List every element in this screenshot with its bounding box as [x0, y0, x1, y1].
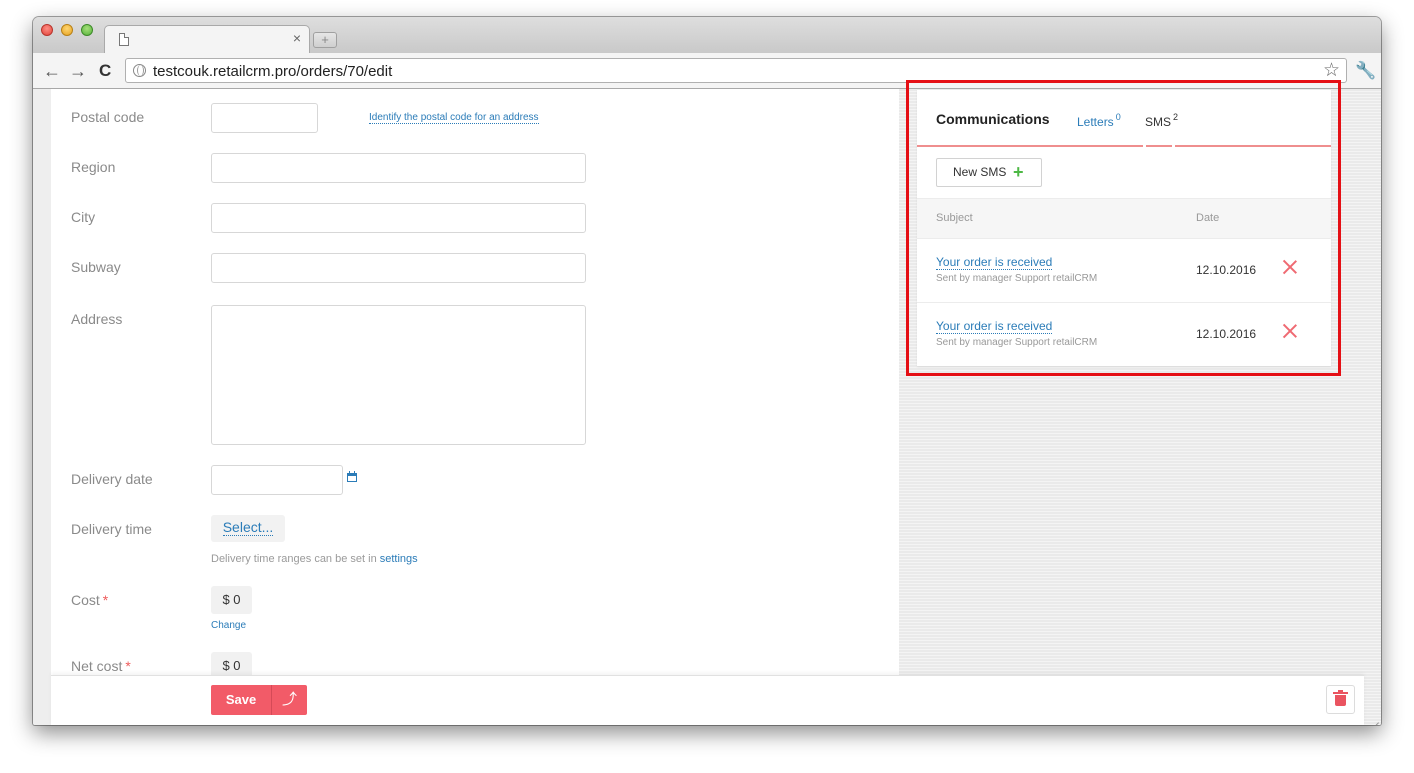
bookmark-star-icon[interactable]: ☆	[1323, 60, 1340, 82]
net-cost-label: Net cost *	[71, 658, 131, 674]
subway-input[interactable]	[211, 253, 586, 283]
delivery-date-label: Delivery date	[71, 471, 153, 487]
highlight-box	[906, 80, 1341, 376]
page-icon	[119, 33, 129, 46]
region-input[interactable]	[211, 153, 586, 183]
delete-order-button[interactable]	[1326, 685, 1355, 714]
zoom-window-icon[interactable]	[81, 24, 93, 36]
browser-tab[interactable]: ×	[104, 25, 310, 53]
globe-icon	[133, 64, 146, 77]
address-label: Address	[71, 311, 123, 327]
cost-value: $ 0	[211, 586, 252, 614]
calendar-icon[interactable]	[347, 471, 357, 482]
save-button-label: Save	[225, 692, 257, 707]
reload-icon[interactable]: C	[99, 61, 111, 81]
cost-label: Cost *	[71, 592, 108, 608]
back-arrow-icon[interactable]: ←	[43, 61, 61, 81]
resize-grip-icon[interactable]	[1369, 713, 1379, 723]
minimize-window-icon[interactable]	[61, 24, 73, 36]
city-label: City	[71, 209, 96, 225]
url-text[interactable]: testcouk.retailcrm.pro/orders/70/edit	[153, 63, 392, 80]
required-mark: *	[125, 658, 131, 674]
postal-code-label: Postal code	[71, 109, 145, 125]
address-textarea[interactable]	[211, 305, 586, 445]
delivery-time-label: Delivery time	[71, 521, 152, 537]
delivery-time-select-label: Select...	[222, 519, 274, 536]
delivery-time-select[interactable]: Select...	[211, 515, 285, 542]
delivery-time-hint: Delivery time ranges can be set in setti…	[211, 553, 418, 565]
wrench-icon[interactable]: 🔧	[1355, 61, 1376, 81]
identify-postal-code-link[interactable]: Identify the postal code for an address	[369, 112, 539, 124]
save-button[interactable]: Save ⤴	[211, 685, 307, 715]
tab-close-icon[interactable]: ×	[293, 30, 301, 46]
settings-link[interactable]: settings	[380, 553, 418, 565]
cost-label-text: Cost	[71, 592, 100, 608]
title-bar: × +	[33, 17, 1381, 53]
action-bar: Save ⤴	[51, 675, 1364, 725]
change-cost-link[interactable]: Change	[211, 620, 246, 631]
region-label: Region	[71, 159, 116, 175]
net-cost-label-text: Net cost	[71, 658, 123, 674]
required-mark: *	[102, 592, 109, 608]
postal-code-input[interactable]	[211, 103, 318, 133]
order-form: Postal code Identify the postal code for…	[51, 89, 899, 725]
save-and-exit-arrow-icon[interactable]: ⤴	[272, 685, 307, 715]
new-tab-button[interactable]: +	[313, 32, 337, 48]
close-window-icon[interactable]	[41, 24, 53, 36]
forward-arrow-icon[interactable]: →	[69, 61, 87, 81]
delivery-date-input[interactable]	[211, 465, 343, 495]
city-input[interactable]	[211, 203, 586, 233]
subway-label: Subway	[71, 259, 121, 275]
delivery-time-hint-text: Delivery time ranges can be set in	[211, 553, 380, 565]
trash-icon	[1333, 690, 1348, 706]
